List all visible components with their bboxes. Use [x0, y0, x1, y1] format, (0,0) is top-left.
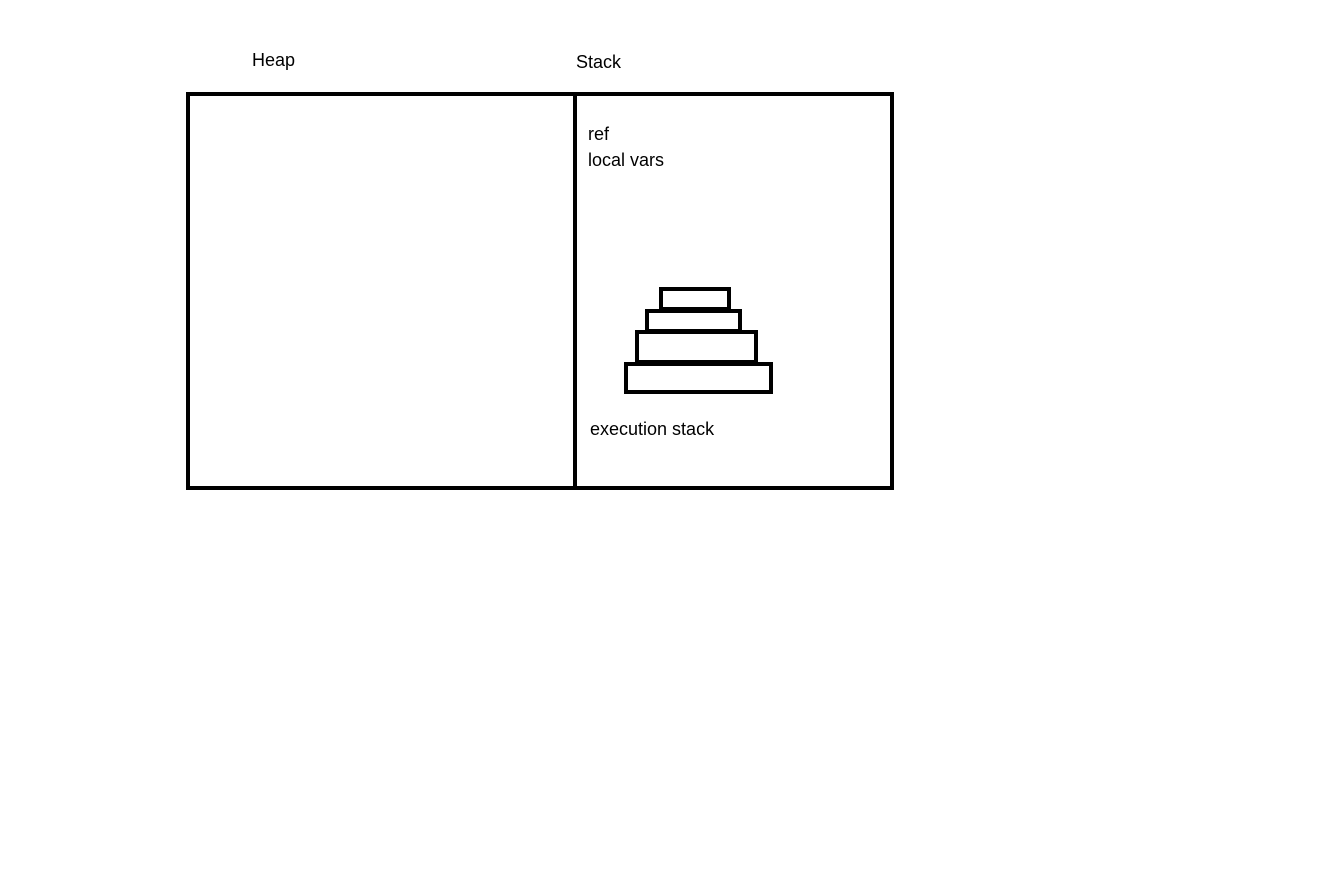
memory-frame: [186, 92, 894, 490]
local-vars-label: local vars: [588, 150, 665, 170]
ref-label: ref: [588, 124, 610, 144]
execution-stack-frame-bottom: [624, 362, 773, 394]
heap-title: Heap: [252, 50, 296, 70]
execution-stack-label: execution stack: [590, 419, 715, 439]
execution-stack-frame-3: [635, 330, 758, 364]
execution-stack-frame-2: [645, 309, 742, 333]
heap-stack-divider: [573, 92, 577, 490]
execution-stack-frame-top: [659, 287, 731, 311]
stack-title: Stack: [576, 52, 622, 72]
